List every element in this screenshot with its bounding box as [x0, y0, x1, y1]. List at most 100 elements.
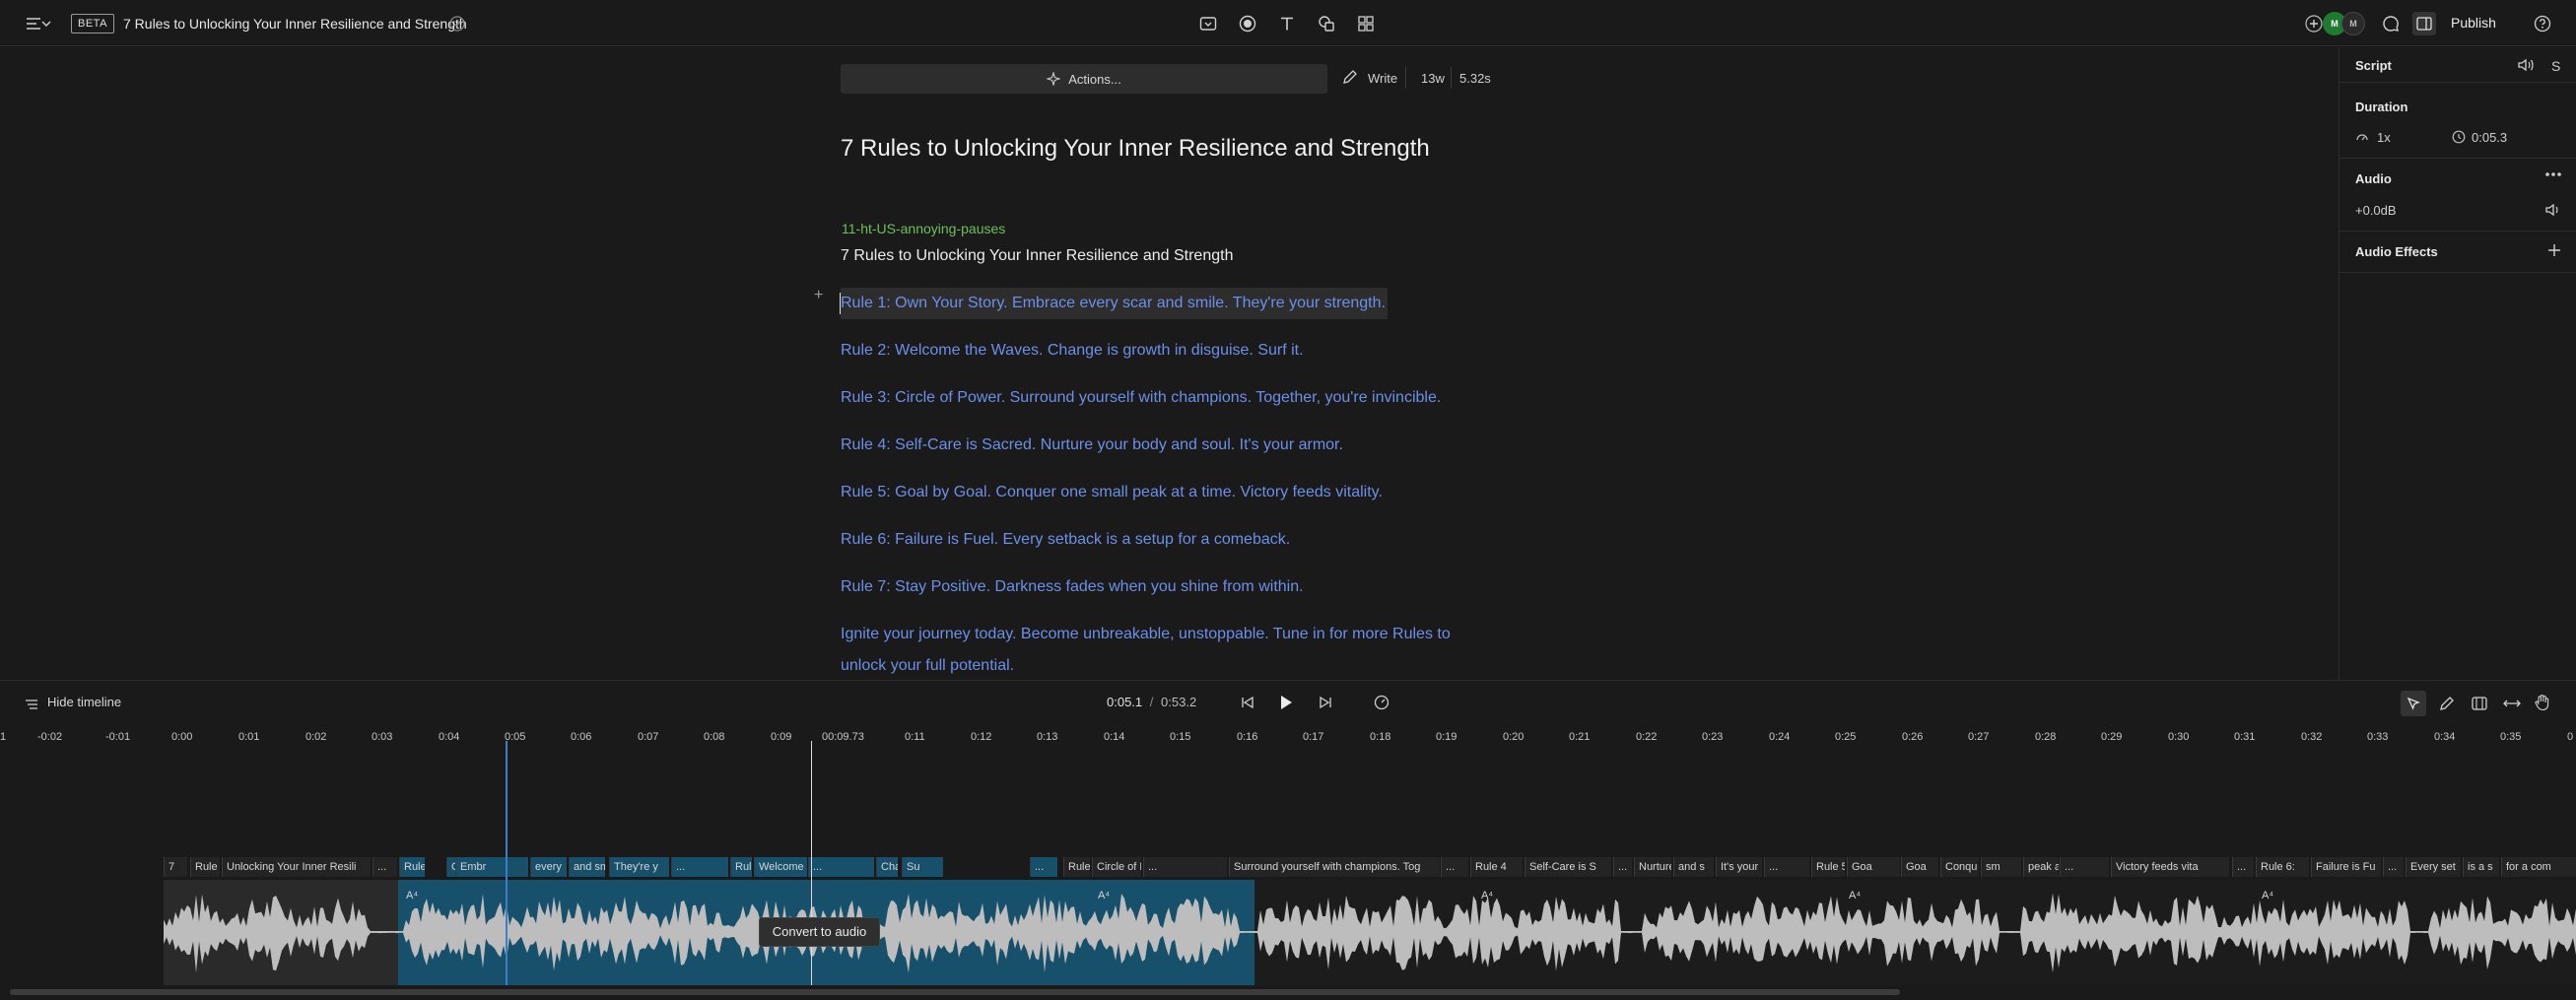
word-chip[interactable]: Rule 6:	[2256, 857, 2309, 877]
grid-icon[interactable]	[1354, 12, 1378, 35]
word-chip[interactable]: Conqu	[1940, 857, 1979, 877]
script-paragraph[interactable]: Rule 6: Failure is Fuel. Every setback i…	[841, 524, 1290, 556]
word-chip[interactable]: ...	[2383, 857, 2404, 877]
audio-waveform-track[interactable]	[164, 880, 2576, 985]
hand-tool-icon[interactable]	[2534, 694, 2551, 711]
word-chip[interactable]: 7	[164, 857, 187, 877]
word-chip[interactable]: They're y	[609, 857, 669, 877]
publish-button[interactable]: Publish	[2451, 13, 2496, 33]
text-icon[interactable]	[1275, 12, 1299, 35]
gain-value[interactable]: +0.0dB	[2355, 203, 2397, 218]
play-icon[interactable]	[1279, 695, 1293, 710]
avatar[interactable]: M	[2341, 12, 2365, 35]
word-chip[interactable]: Unlocking Your Inner Resili	[222, 857, 371, 877]
duration-value[interactable]: 0:05.3	[2472, 130, 2507, 145]
word-chip[interactable]: ...	[671, 857, 728, 877]
chevron-down-icon[interactable]	[39, 12, 53, 35]
word-chip[interactable]: is a s	[2463, 857, 2499, 877]
add-effect-icon[interactable]	[2547, 243, 2561, 257]
word-chip[interactable]: Su	[902, 857, 943, 877]
ruler-tick: 0:31	[2234, 731, 2256, 743]
word-chip[interactable]: Circle of P	[1092, 857, 1141, 877]
script-paragraph[interactable]: Rule 1: Own Your Story. Embrace every sc…	[841, 288, 1388, 319]
word-chip[interactable]: and s	[1673, 857, 1714, 877]
page-title[interactable]: 7 Rules to Unlocking Your Inner Resilien…	[841, 134, 1430, 164]
inbox-icon[interactable]	[1196, 12, 1220, 35]
playhead[interactable]	[506, 741, 508, 985]
word-chip[interactable]: Goa	[1847, 857, 1900, 877]
word-chip[interactable]: ...	[1613, 857, 1632, 877]
convert-to-audio-tooltip[interactable]: Convert to audio	[759, 917, 880, 947]
word-chip[interactable]: Rule 2	[730, 857, 752, 877]
script-paragraph[interactable]: Rule 7: Stay Positive. Darkness fades wh…	[841, 571, 1304, 603]
trim-tool-icon[interactable]	[2471, 696, 2488, 711]
script-paragraph[interactable]: Rule 4: Self-Care is Sacred. Nurture you…	[841, 430, 1343, 461]
timeline-ruler[interactable]: 1 -0:02 -0:01 0:00 0:01 0:02 0:03 0:04 0:05 0:06 0…	[0, 729, 2576, 749]
fit-width-icon[interactable]	[2503, 698, 2521, 709]
speed-value[interactable]: 1x	[2377, 130, 2391, 145]
script-paragraph[interactable]: Rule 2: Welcome the Waves. Change is gro…	[841, 335, 1304, 367]
word-chip[interactable]: Rule 1:	[399, 857, 425, 877]
word-chip[interactable]: Rule 4	[1470, 857, 1523, 877]
word-chip[interactable]: Self-Care is S	[1525, 857, 1611, 877]
record-icon[interactable]	[1236, 12, 1259, 35]
hide-timeline-button[interactable]: Hide timeline	[47, 695, 121, 709]
comment-icon[interactable]	[2379, 12, 2403, 35]
word-chip[interactable]: Goa	[1901, 857, 1938, 877]
speaker-volume-icon[interactable]	[2517, 57, 2535, 73]
script-title-line[interactable]: 7 Rules to Unlocking Your Inner Resilien…	[841, 245, 1233, 267]
word-chip[interactable]: Change is growth in	[876, 857, 898, 877]
shapes-icon[interactable]	[1315, 12, 1338, 35]
write-button[interactable]: Write	[1368, 70, 1397, 88]
word-chip[interactable]: It's your	[1716, 857, 1762, 877]
help-icon[interactable]	[2531, 12, 2554, 35]
volume-icon[interactable]	[2544, 202, 2562, 218]
word-chip[interactable]: Nurture yo	[1634, 857, 1671, 877]
skip-back-icon[interactable]	[1241, 696, 1254, 709]
word-chip[interactable]: Every set	[2406, 857, 2461, 877]
word-chip[interactable]: ...	[1143, 857, 1227, 877]
script-paragraph[interactable]: Rule 3: Circle of Power. Surround yourse…	[841, 382, 1441, 414]
hide-timeline-icon[interactable]	[25, 697, 38, 710]
pencil-tool-icon[interactable]	[2439, 696, 2455, 711]
word-chip[interactable]: ...	[373, 857, 397, 877]
word-chip[interactable]: every	[530, 857, 567, 877]
word-chip[interactable]: ...	[1764, 857, 1809, 877]
sidebar-toggle-icon[interactable]	[2412, 12, 2436, 35]
script-paragraph[interactable]: Rule 5: Goal by Goal. Conquer one small …	[841, 477, 1383, 508]
select-tool-icon[interactable]	[2401, 691, 2426, 716]
script-tab[interactable]: Script	[2355, 58, 2392, 73]
word-chip[interactable]: Victory feeds vita	[2111, 857, 2229, 877]
word-chip[interactable]: and sm	[569, 857, 605, 877]
word-chip[interactable]: Failure is Fu	[2311, 857, 2381, 877]
skip-forward-icon[interactable]	[1319, 696, 1332, 709]
word-chip[interactable]: sm	[1981, 857, 2021, 877]
word-chip[interactable]: ...	[2060, 857, 2109, 877]
tab-letter[interactable]: S	[2551, 58, 2560, 74]
word-count: 13w	[1421, 71, 1445, 86]
script-paragraph[interactable]: Ignite your journey today. Become unbrea…	[841, 619, 1451, 650]
add-block-icon[interactable]: +	[814, 287, 823, 304]
actions-button[interactable]: Actions...	[841, 64, 1327, 94]
word-chip[interactable]: ...	[808, 857, 874, 877]
word-chip[interactable]: ...	[1030, 857, 1057, 877]
word-chip[interactable]: ...	[1441, 857, 1468, 877]
word-chip[interactable]: ...	[2232, 857, 2254, 877]
ruler-tick: 0:08	[704, 731, 725, 743]
word-chip[interactable]: for a com	[2501, 857, 2576, 877]
word-chip[interactable]: Embr	[455, 857, 528, 877]
word-chip[interactable]: Rule 5	[1811, 857, 1845, 877]
ruler-tick: 0:35	[2500, 731, 2522, 743]
word-chip[interactable]: Rule 3:	[1063, 857, 1090, 877]
word-chip[interactable]: Surround yourself with champions. Tog	[1229, 857, 1440, 877]
timeline-scrollbar[interactable]	[10, 989, 1900, 995]
more-options-icon[interactable]	[2544, 171, 2562, 177]
word-chip[interactable]: Welcome th	[754, 857, 807, 877]
audio-waveform[interactable]	[164, 880, 2576, 985]
script-paragraph[interactable]: unlock your full potential.	[841, 650, 1014, 682]
speaker-label[interactable]: 11-ht-US-annoying-pauses	[842, 220, 1005, 237]
word-chip[interactable]: peak at a	[2023, 857, 2059, 877]
playback-speed-icon[interactable]	[1374, 695, 1390, 710]
word-chip[interactable]: Rule	[190, 857, 220, 877]
document-title[interactable]: 7 Rules to Unlocking Your Inner Resilien…	[123, 14, 467, 33]
